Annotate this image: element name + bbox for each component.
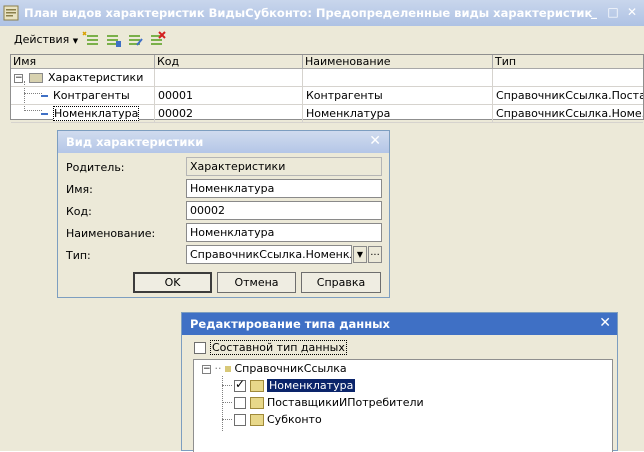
main-window-title: План видов характеристик ВидыСубконто: П… bbox=[24, 6, 593, 20]
table-row[interactable]: − Характеристики bbox=[11, 69, 643, 87]
subconto-checkbox[interactable] bbox=[234, 414, 246, 426]
tree-item-label: ПоставщикиИПотребители bbox=[267, 396, 424, 409]
actions-menu-button[interactable]: Действия ▼ bbox=[14, 33, 78, 46]
characteristic-dialog-title: Вид характеристики bbox=[66, 135, 204, 149]
table-cell-code bbox=[155, 69, 303, 87]
add-item-icon[interactable] bbox=[82, 31, 100, 49]
type-edit-dialog: Редактирование типа данных ✕ Составной т… bbox=[181, 312, 618, 452]
tree-root-label: СправочникСсылка bbox=[234, 362, 347, 375]
nomenclature-checkbox[interactable]: ✓ bbox=[234, 377, 246, 392]
column-header-title[interactable]: Наименование bbox=[303, 55, 493, 69]
type-tree[interactable]: − ·· СправочникСсылка ✓ Номенклатура Пос… bbox=[193, 359, 613, 452]
table-cell-name: − Характеристики bbox=[11, 69, 155, 87]
close-icon[interactable]: ✕ bbox=[599, 315, 611, 331]
column-header-code[interactable]: Код bbox=[155, 55, 303, 69]
element-icon bbox=[41, 95, 48, 97]
table-cell-title: Контрагенты bbox=[303, 87, 493, 105]
parent-field: Характеристики bbox=[186, 157, 382, 176]
type-select-button[interactable]: ... bbox=[368, 246, 382, 263]
title-label: Наименование: bbox=[66, 227, 156, 240]
tree-item-subconto[interactable]: Субконто bbox=[234, 412, 322, 428]
ok-button[interactable]: OK bbox=[133, 272, 212, 293]
characteristics-table[interactable]: Имя Код Наименование Тип − Характеристик… bbox=[10, 54, 644, 123]
tree-line bbox=[222, 402, 232, 403]
close-icon[interactable]: ✕ bbox=[369, 133, 381, 149]
column-header-name[interactable]: Имя bbox=[11, 55, 155, 69]
type-edit-dialog-title: Редактирование типа данных bbox=[190, 317, 390, 331]
type-field[interactable]: СправочникСсылка.Номенклату bbox=[186, 245, 352, 264]
minimize-icon[interactable]: _ bbox=[585, 4, 603, 20]
row-name: Контрагенты bbox=[53, 89, 130, 102]
name-label: Имя: bbox=[66, 183, 93, 196]
root-group-name: Характеристики bbox=[48, 71, 144, 84]
code-label: Код: bbox=[66, 205, 92, 218]
composite-type-label[interactable]: Составной тип данных bbox=[210, 340, 347, 355]
catalog-icon bbox=[249, 414, 264, 426]
chevron-down-icon: ▼ bbox=[356, 250, 364, 259]
table-cell-name: Номенклатура bbox=[11, 105, 155, 123]
catalog-icon bbox=[249, 380, 264, 392]
tree-item-suppliers[interactable]: ПоставщикиИПотребители bbox=[234, 395, 424, 411]
table-cell-name: Контрагенты bbox=[11, 87, 155, 105]
table-cell-title bbox=[303, 69, 493, 87]
row-name: Номенклатура bbox=[53, 106, 140, 121]
table-row[interactable]: Номенклатура 00002 Номенклатура Справочн… bbox=[11, 105, 643, 123]
folder-icon bbox=[225, 366, 231, 372]
actions-label: Действия bbox=[14, 33, 70, 46]
code-field[interactable]: 00002 bbox=[186, 201, 382, 220]
table-cell-code: 00002 bbox=[155, 105, 303, 123]
parent-label: Родитель: bbox=[66, 161, 125, 174]
table-row[interactable]: Контрагенты 00001 Контрагенты Справочник… bbox=[11, 87, 643, 105]
edit-item-icon[interactable] bbox=[126, 31, 144, 49]
tree-item-label: Номенклатура bbox=[267, 379, 356, 392]
maximize-icon[interactable]: □ bbox=[604, 4, 622, 20]
table-cell-title: Номенклатура bbox=[303, 105, 493, 123]
title-field[interactable]: Номенклатура bbox=[186, 223, 382, 242]
table-cell-type bbox=[493, 69, 643, 87]
tree-item-nomenclature[interactable]: ✓ Номенклатура bbox=[234, 377, 356, 394]
characteristic-dialog-title-bar[interactable]: Вид характеристики ✕ bbox=[58, 131, 389, 153]
copy-item-icon[interactable] bbox=[104, 31, 122, 49]
tree-connector-icon: ·· bbox=[214, 362, 222, 375]
table-header: Имя Код Наименование Тип bbox=[11, 55, 643, 69]
composite-type-checkbox[interactable] bbox=[194, 342, 206, 354]
close-icon[interactable]: ✕ bbox=[623, 4, 641, 20]
column-header-type[interactable]: Тип bbox=[493, 55, 643, 69]
suppliers-checkbox[interactable] bbox=[234, 397, 246, 409]
collapse-icon[interactable]: − bbox=[202, 364, 211, 374]
table-cell-type: СправочникСсылка.Номе... bbox=[496, 107, 643, 120]
type-dropdown-button[interactable]: ▼ bbox=[353, 246, 367, 263]
help-button[interactable]: Справка bbox=[301, 272, 381, 293]
cancel-button[interactable]: Отмена bbox=[217, 272, 296, 293]
folder-icon bbox=[28, 73, 43, 83]
collapse-icon[interactable]: − bbox=[14, 73, 23, 83]
table-cell-code: 00001 bbox=[155, 87, 303, 105]
element-icon bbox=[41, 113, 48, 115]
type-label: Тип: bbox=[66, 249, 91, 262]
chevron-down-icon: ▼ bbox=[72, 37, 79, 45]
tree-item-label: Субконто bbox=[267, 413, 322, 426]
main-title-bar[interactable]: План видов характеристик ВидыСубконто: П… bbox=[0, 0, 644, 26]
catalog-icon bbox=[249, 397, 264, 409]
check-icon: ✓ bbox=[235, 377, 246, 391]
name-field[interactable]: Номенклатура bbox=[186, 179, 382, 198]
delete-item-icon[interactable] bbox=[148, 31, 166, 49]
tree-line bbox=[222, 385, 232, 386]
characteristic-dialog: Вид характеристики ✕ Родитель: Характери… bbox=[57, 130, 390, 298]
table-cell-type: СправочникСсылка.Поста... bbox=[496, 89, 643, 102]
window-app-icon bbox=[3, 5, 19, 21]
tree-line bbox=[222, 419, 232, 420]
type-edit-dialog-title-bar[interactable]: Редактирование типа данных ✕ bbox=[182, 313, 617, 335]
tree-root-node[interactable]: − ·· СправочникСсылка bbox=[202, 361, 347, 377]
